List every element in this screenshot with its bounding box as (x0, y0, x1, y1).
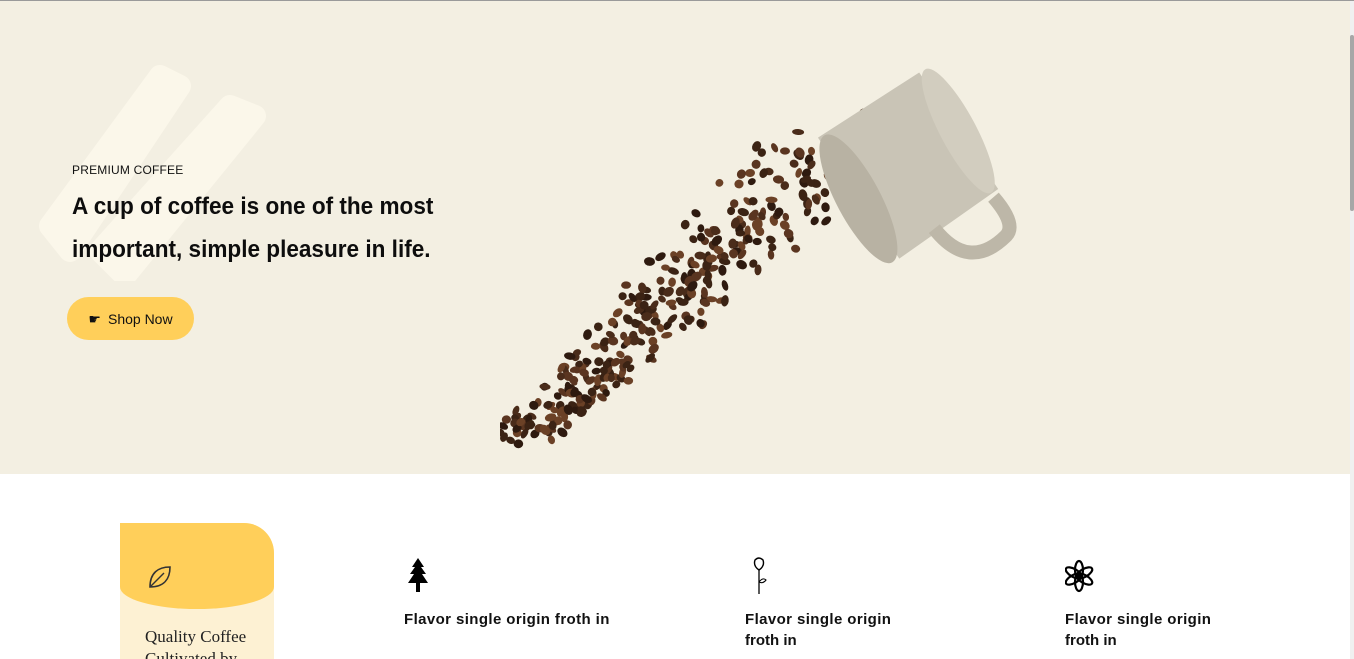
coffee-bean (736, 169, 746, 179)
coffee-bean (820, 188, 830, 198)
coffee-bean (612, 308, 623, 318)
coffee-bean (767, 249, 775, 260)
coffee-bean (821, 216, 832, 226)
coffee-bean (644, 257, 655, 266)
scrollbar-thumb[interactable] (1350, 35, 1354, 211)
feature-title: Flavor single origin (745, 611, 892, 628)
shop-now-label: Shop Now (107, 310, 173, 327)
rose-icon (753, 557, 767, 594)
coffee-bean (752, 237, 762, 246)
coffee-bean (791, 244, 801, 253)
coffee-bean (771, 143, 779, 153)
coffee-bean (747, 178, 756, 186)
coffee-bean (656, 276, 665, 285)
feature-item: Flavor single origin froth in (404, 556, 610, 630)
coffee-bean (593, 322, 603, 332)
hero-section: PREMIUM COFFEE A cup of coffee is one of… (0, 1, 1350, 474)
feature-subtitle: froth in (745, 632, 797, 649)
coffee-bean (591, 367, 601, 375)
coffee-bean (721, 280, 729, 291)
coffee-bean (697, 224, 705, 233)
coffee-bean (623, 377, 634, 385)
hero-title: A cup of coffee is one of the most impor… (72, 193, 434, 263)
coffee-bean (795, 168, 803, 178)
coffee-bean (736, 260, 747, 270)
coffee-bean (590, 342, 601, 350)
coffee-bean (715, 179, 724, 187)
scrollbar-track[interactable] (1350, 1, 1354, 659)
feature-subtitle: froth in (1065, 632, 1117, 649)
coffee-bean (810, 216, 819, 226)
coffee-bean (721, 295, 729, 307)
coffee-bean (718, 264, 727, 276)
coffee-bean (807, 146, 816, 156)
coffee-bean (539, 383, 551, 390)
feature-title: Flavor single origin froth in (404, 611, 610, 628)
coffee-bean (668, 277, 676, 287)
coffee-bean (766, 235, 776, 244)
hero-eyebrow: PREMIUM COFFEE (72, 163, 184, 177)
coffee-bean (792, 128, 805, 136)
coffee-bean (765, 196, 778, 204)
coffee-bean (780, 147, 790, 155)
hand-pointing-right-icon: ☛ (88, 310, 101, 327)
coffee-bean (583, 329, 592, 340)
leaf-icon (149, 566, 171, 588)
coffee-bean (745, 168, 755, 178)
feature-title: Flavor single origin (1065, 611, 1212, 628)
coffee-bean (621, 281, 632, 289)
tree-icon (408, 558, 428, 592)
coffee-mug (817, 68, 1017, 264)
card-accent-shape (120, 523, 274, 609)
coffee-bean (691, 209, 701, 218)
coffee-bean (768, 243, 777, 252)
flower-icon (1064, 559, 1094, 593)
shop-now-button[interactable]: ☛ Shop Now (67, 297, 194, 340)
coffee-bean (689, 235, 698, 244)
coffee-bean (734, 179, 744, 189)
feature-item: Flavor single origin froth in (745, 556, 891, 651)
features-section: Quality Coffee Cultivated by Flavor sing… (0, 474, 1350, 659)
coffee-bean (751, 159, 761, 169)
coffee-bean (680, 219, 690, 230)
coffee-bean (513, 439, 524, 449)
coffee-bean (655, 252, 666, 262)
coffee-bean (789, 159, 799, 168)
coffee-cup-beans-image (500, 68, 1017, 449)
coffee-bean (821, 202, 830, 213)
quality-card-text: Quality Coffee Cultivated by (145, 627, 247, 659)
coffee-bean (661, 331, 673, 339)
quality-coffee-card: Quality Coffee Cultivated by (120, 523, 274, 659)
coffee-bean (697, 307, 705, 316)
feature-item: Flavor single origin froth in (1064, 556, 1212, 651)
coffee-bean (594, 357, 604, 367)
coffee-bean (618, 292, 627, 301)
